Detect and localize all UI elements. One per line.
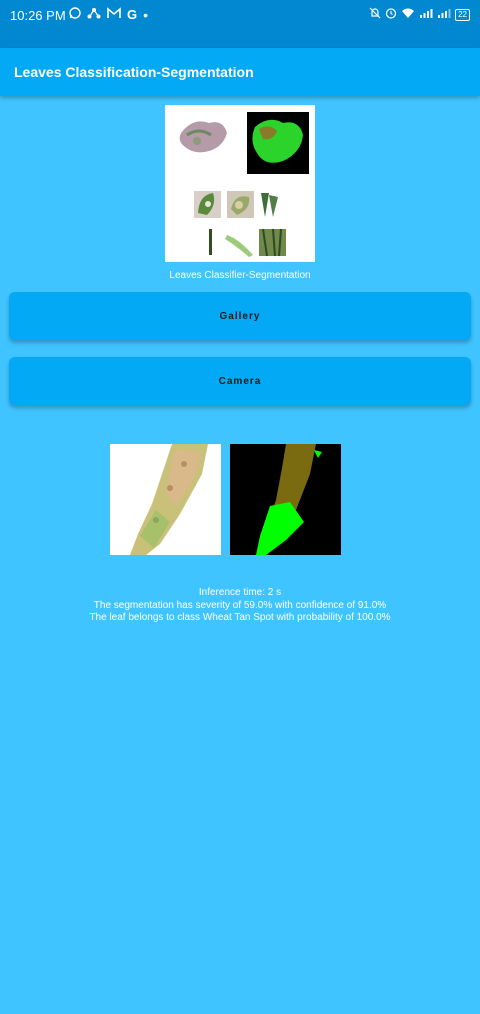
classification-result: The leaf belongs to class Wheat Tan Spot…: [89, 612, 391, 623]
signal-2-icon: [437, 7, 451, 22]
mute-icon: [369, 7, 381, 22]
camera-button-label: Camera: [218, 375, 262, 387]
hero-caption: Leaves Classifier-Segmentation: [169, 270, 311, 281]
whatsapp-icon: [69, 7, 81, 23]
camera-button[interactable]: Camera: [9, 357, 471, 405]
segmentation-result: The segmentation has severity of 59.0% w…: [93, 599, 387, 611]
battery-icon: 22: [455, 8, 470, 21]
hero-illustration: [179, 112, 309, 257]
app-bar: Leaves Classification-Segmentation: [0, 48, 480, 96]
google-icon: G: [127, 7, 138, 22]
notification-icons: G •: [69, 7, 148, 23]
hero-image: [165, 105, 315, 262]
gallery-button-label: Gallery: [219, 310, 261, 322]
signal-icon: [419, 7, 433, 22]
gallery-button[interactable]: Gallery: [9, 292, 471, 340]
dot-icon: •: [143, 7, 149, 23]
inference-time: Inference time: 2 s: [198, 587, 282, 598]
input-leaf-image: [110, 444, 221, 555]
status-time: 10:26 PM: [10, 8, 66, 23]
segmentation-mask-image: [230, 444, 341, 555]
app-title: Leaves Classification-Segmentation: [14, 64, 254, 80]
alarm-icon: [385, 7, 397, 22]
system-icons: 22: [369, 7, 470, 22]
results-panel: Inference time: 2 s The segmentation has…: [0, 587, 480, 625]
network-icon: [87, 7, 101, 23]
gmail-icon: [107, 7, 121, 23]
wifi-icon: [401, 7, 415, 22]
status-bar: 10:26 PM G • 22: [0, 0, 480, 48]
